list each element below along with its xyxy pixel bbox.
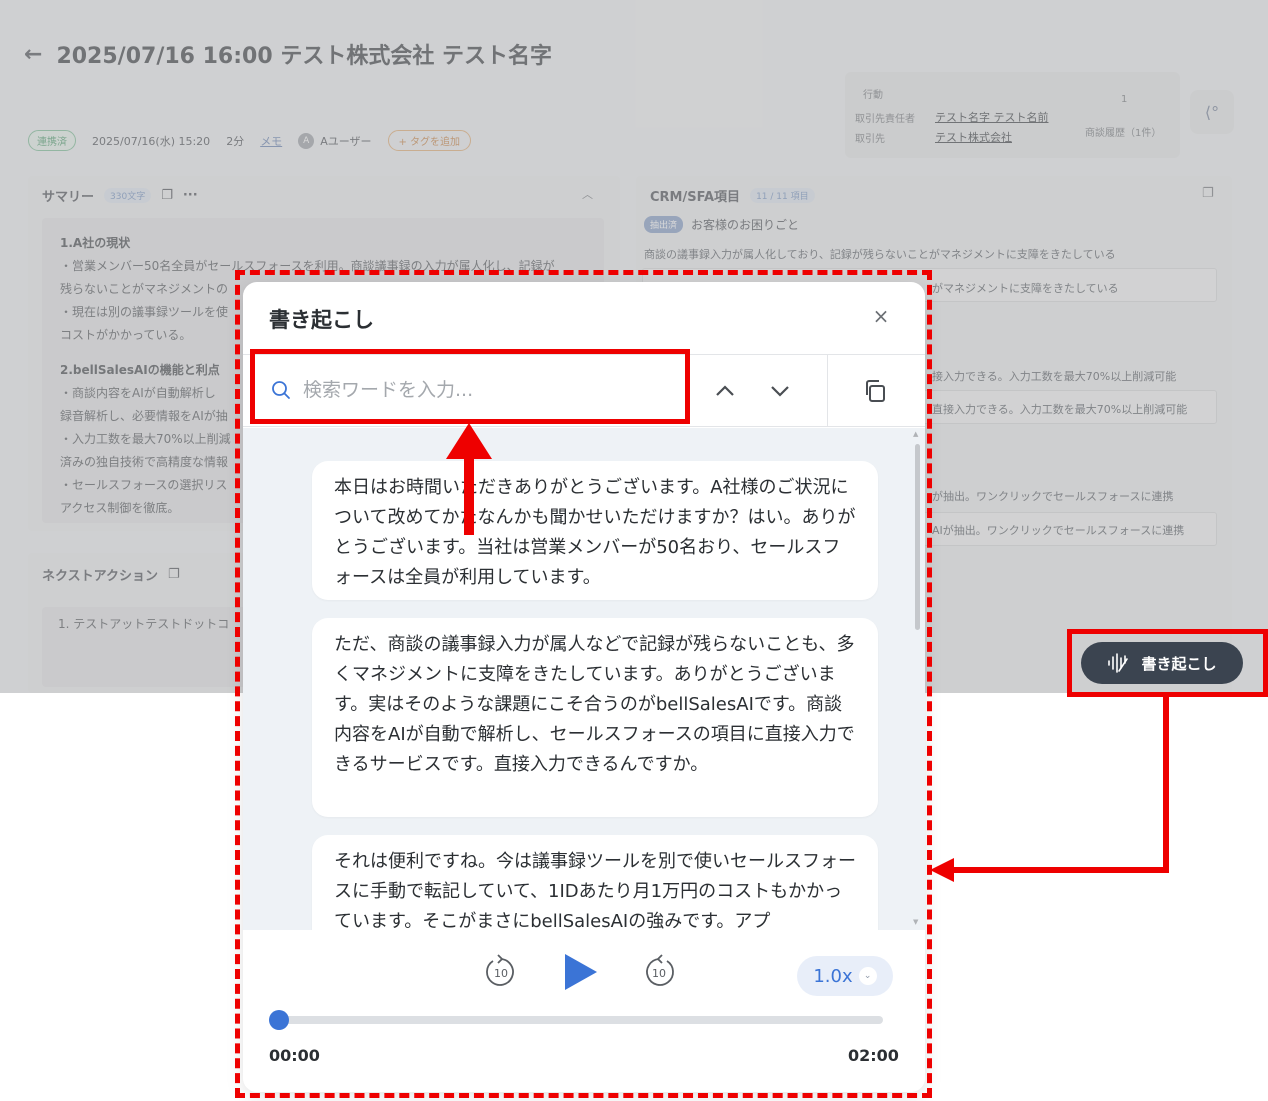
annotation-arrow-shaft: [464, 454, 474, 535]
annotation-connector-arrowhead: [930, 858, 954, 882]
annotation-connector-horizontal: [950, 867, 1169, 873]
screen: ← 2025/07/16 16:00 テスト株式会社 テスト名字 行動 取引先責…: [0, 0, 1268, 1101]
annotation-connector-vertical: [1163, 697, 1169, 873]
annotation-arrow-head: [446, 423, 492, 459]
annotation-search-highlight: [250, 349, 690, 424]
annotation-button-highlight: [1067, 629, 1268, 697]
